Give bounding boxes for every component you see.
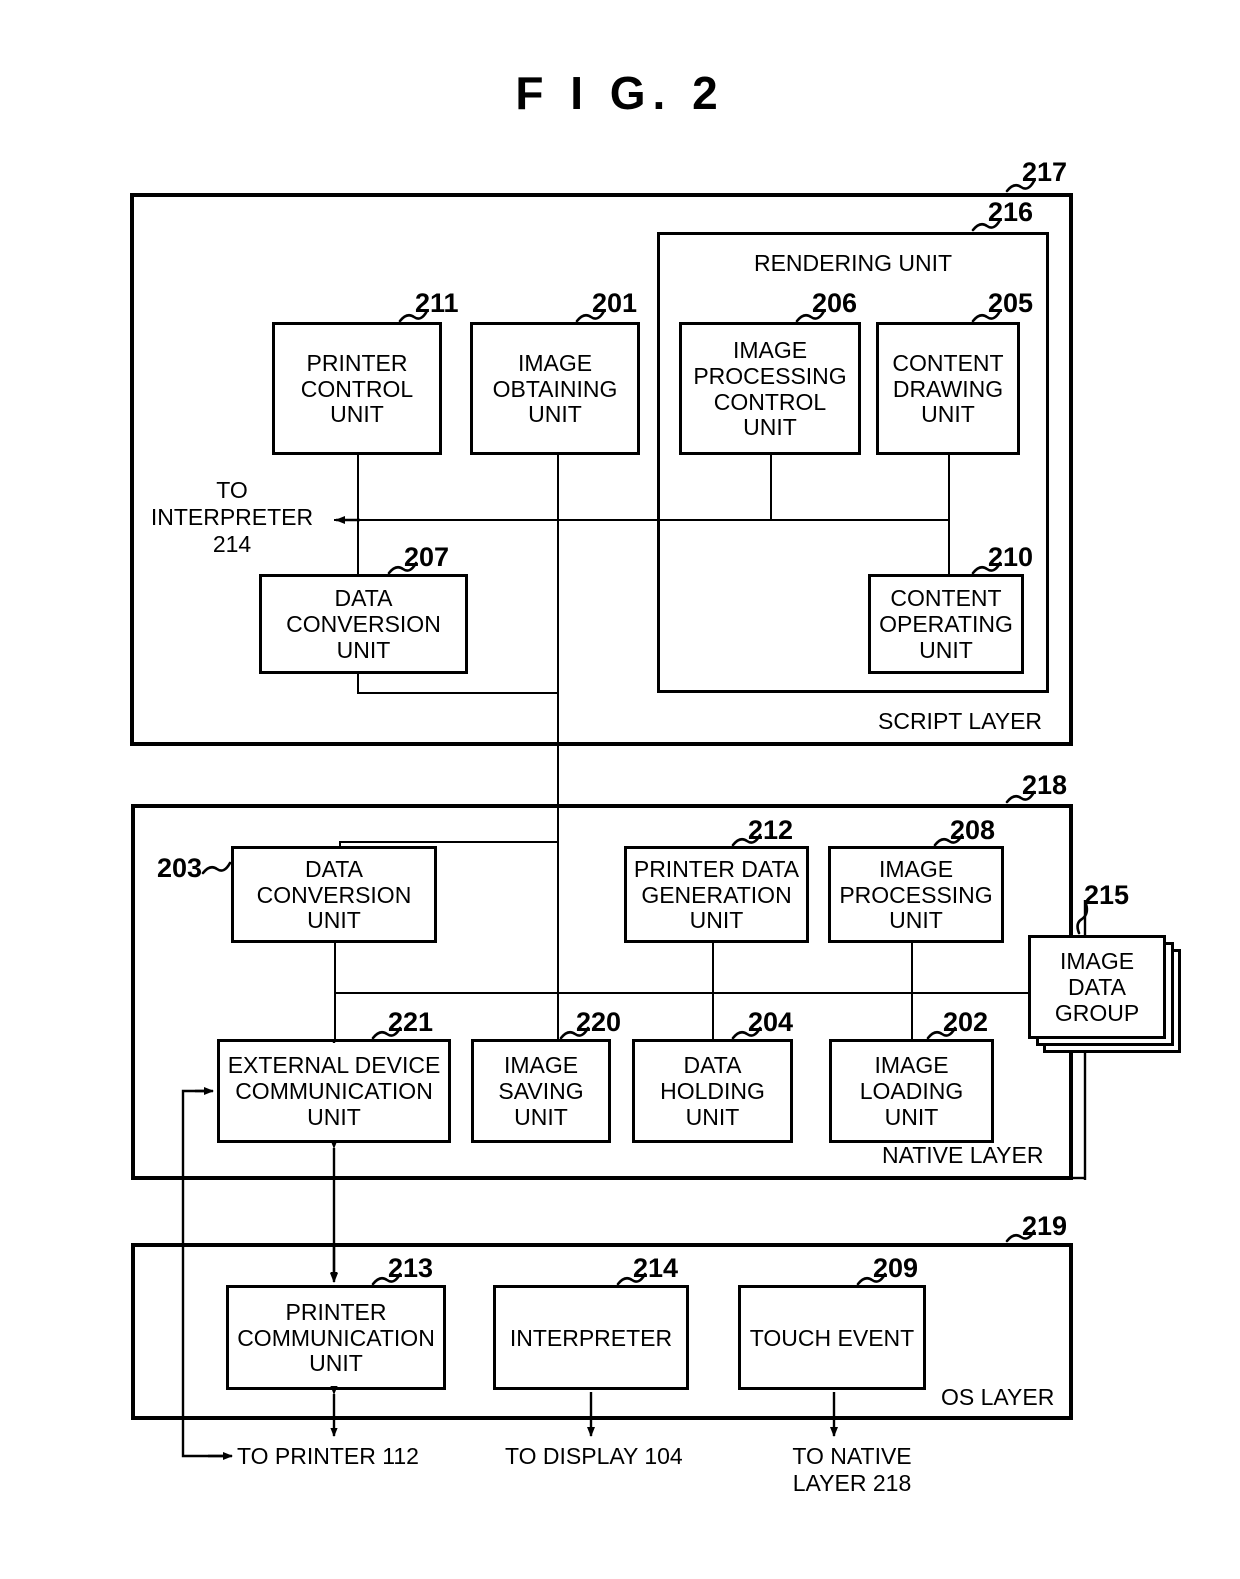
data-holding-unit-ref: 204 (748, 1007, 794, 1037)
to-display-annotation: TO DISPLAY 104 (505, 1443, 683, 1469)
printer-control-unit-ref: 211 (415, 288, 459, 318)
image-loading-unit-ref: 202 (943, 1007, 989, 1037)
to-native-layer-annotation: TO NATIVE LAYER 218 (792, 1443, 912, 1496)
external-device-communication-unit-ref: 221 (388, 1007, 434, 1037)
image-loading-unit-box[interactable]: IMAGE LOADING UNIT (829, 1039, 994, 1143)
printer-communication-unit-ref: 213 (388, 1253, 434, 1283)
line-interpreter-bus (334, 519, 950, 521)
printer-control-unit-box[interactable]: PRINTER CONTROL UNIT (272, 322, 442, 455)
content-operating-unit-ref: 210 (988, 542, 1034, 572)
touch-event-box[interactable]: TOUCH EVENT (738, 1285, 926, 1390)
content-drawing-unit-box[interactable]: CONTENT DRAWING UNIT (876, 322, 1020, 455)
rendering-unit-ref: 216 (988, 197, 1034, 227)
line-211-down (357, 455, 359, 575)
interpreter-box[interactable]: INTERPRETER (493, 1285, 689, 1390)
line-207-right (357, 692, 559, 694)
line-207-down (357, 674, 359, 694)
image-saving-unit-ref: 220 (576, 1007, 622, 1037)
image-saving-unit-box[interactable]: IMAGE SAVING UNIT (471, 1039, 611, 1143)
figure-canvas: F I G. 2 217 SCRIPT LAYER 216 RENDERING … (0, 0, 1240, 1579)
data-conversion-unit-script-ref: 207 (404, 542, 450, 572)
native-bus-line (334, 992, 1024, 994)
native-layer-ref: 218 (1022, 770, 1068, 800)
line-206-down (770, 455, 772, 520)
content-drawing-unit-ref: 205 (988, 288, 1034, 318)
image-obtaining-unit-ref: 201 (592, 288, 638, 318)
image-processing-control-unit-ref: 206 (812, 288, 858, 318)
interpreter-ref: 214 (633, 1253, 679, 1283)
line-imagesaving-up (557, 992, 559, 1043)
os-layer-ref: 219 (1022, 1211, 1068, 1241)
figure-title: F I G. 2 (515, 67, 725, 119)
to-printer-annotation: TO PRINTER 112 (237, 1443, 419, 1469)
image-obtaining-unit-box[interactable]: IMAGE OBTAINING UNIT (470, 322, 640, 455)
image-processing-unit-ref: 208 (950, 815, 996, 845)
script-layer-label: SCRIPT LAYER (878, 708, 1043, 734)
printer-data-generation-unit-ref: 212 (748, 815, 794, 845)
printer-communication-unit-box[interactable]: PRINTER COMMUNICATION UNIT (226, 1285, 446, 1390)
line-201-down (557, 455, 559, 843)
data-conversion-unit-native-box[interactable]: DATA CONVERSION UNIT (231, 846, 437, 943)
line-201-to-dcu203 (339, 841, 559, 843)
data-holding-unit-box[interactable]: DATA HOLDING UNIT (632, 1039, 793, 1143)
data-conversion-unit-script-box[interactable]: DATA CONVERSION UNIT (259, 574, 468, 674)
external-device-communication-unit-box[interactable]: EXTERNAL DEVICE COMMUNICATION UNIT (217, 1039, 451, 1143)
line-208-to-imageloading (911, 992, 913, 1043)
touch-event-ref: 209 (873, 1253, 919, 1283)
data-conversion-unit-native-ref: 203 (157, 853, 203, 883)
to-interpreter-annotation: TO INTERPRETER 214 (150, 477, 314, 557)
image-data-group-ref: 215 (1084, 880, 1130, 910)
os-layer-label: OS LAYER (941, 1384, 1055, 1410)
script-layer-ref: 217 (1022, 157, 1068, 187)
printer-data-generation-unit-box[interactable]: PRINTER DATA GENERATION UNIT (624, 846, 809, 943)
line-215-to-bus (1008, 992, 1030, 994)
line-203-to-extdev (334, 992, 336, 1043)
native-layer-label: NATIVE LAYER (882, 1142, 1044, 1168)
image-processing-unit-box[interactable]: IMAGE PROCESSING UNIT (828, 846, 1004, 943)
image-data-group-box[interactable]: IMAGE DATA GROUP (1028, 935, 1166, 1039)
line-212-to-dataholding (712, 992, 714, 1043)
rendering-unit-label: RENDERING UNIT (753, 250, 953, 276)
line-205-down (948, 455, 950, 575)
image-processing-control-unit-box[interactable]: IMAGE PROCESSING CONTROL UNIT (679, 322, 861, 455)
content-operating-unit-box[interactable]: CONTENT OPERATING UNIT (868, 574, 1024, 674)
